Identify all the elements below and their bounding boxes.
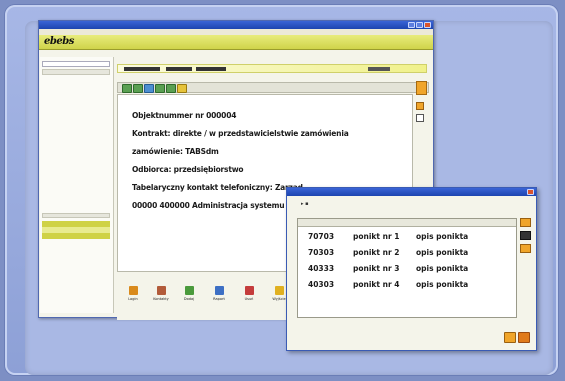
detail-line: Odbiorca: przedsiębiorstwo <box>132 165 244 174</box>
detail-line: Tabelaryczny kontakt telefoniczny: Zarzą… <box>132 183 303 192</box>
breadcrumb <box>118 56 438 63</box>
sidebar-search-input[interactable] <box>42 61 110 67</box>
brand-bar: ebebs <box>39 35 433 50</box>
dialog-table: 70703 ponikt nr 1 opis ponikta 70303 pon… <box>297 218 517 318</box>
report-icon <box>214 286 224 295</box>
move-down-icon[interactable] <box>520 244 531 253</box>
dialog-cancel-button[interactable] <box>518 332 530 343</box>
address-text <box>368 67 390 71</box>
print-icon[interactable] <box>416 114 424 122</box>
action-login[interactable]: Login <box>121 286 145 301</box>
address-text <box>124 67 160 71</box>
table-row[interactable]: 40303 ponikt nr 4 opis ponikta <box>298 277 516 293</box>
address-text <box>196 67 226 71</box>
app-logo: ebebs <box>44 36 74 47</box>
row-code: 40333 <box>308 264 335 273</box>
dialog-filter-icon[interactable]: ▸ ▪ <box>301 201 309 207</box>
row-code: 70703 <box>308 232 335 241</box>
action-delete[interactable]: Usuń <box>237 286 261 301</box>
action-label: Usuń <box>244 297 254 301</box>
action-label: Dodaj <box>183 297 195 301</box>
add-icon <box>184 286 194 295</box>
save-icon[interactable] <box>144 84 154 93</box>
delete-icon <box>244 286 254 295</box>
dialog-table-header <box>298 219 516 227</box>
row-name: ponikt nr 4 <box>353 280 400 289</box>
dialog-ok-button[interactable] <box>504 332 516 343</box>
row-code: 70303 <box>308 248 335 257</box>
minimize-button[interactable] <box>408 22 415 28</box>
user-icon <box>128 286 138 295</box>
sidebar-header <box>42 69 110 75</box>
dialog-close-button[interactable] <box>527 189 534 195</box>
action-label: Kontakty <box>153 297 169 301</box>
row-description: opis ponikta <box>416 232 469 241</box>
move-up-icon[interactable] <box>520 218 531 227</box>
action-label: Wyjście <box>272 297 286 301</box>
row-name: ponikt nr 2 <box>353 248 400 257</box>
menu-toggle-icon[interactable] <box>416 81 427 95</box>
dialog-titlebar <box>287 188 536 196</box>
main-titlebar <box>39 21 433 29</box>
action-contacts[interactable]: Kontakty <box>149 286 173 301</box>
edit-icon[interactable] <box>177 84 187 93</box>
row-description: opis ponikta <box>416 280 469 289</box>
address-text <box>166 67 192 71</box>
action-label: Login <box>128 297 138 301</box>
action-add[interactable]: Dodaj <box>177 286 201 301</box>
sort-icon[interactable] <box>520 231 531 240</box>
record-toolbar <box>117 81 429 95</box>
detail-line: zamówienie: TABSdm <box>132 147 219 156</box>
row-description: opis ponikta <box>416 248 469 257</box>
row-code: 40303 <box>308 280 335 289</box>
sidebar <box>40 57 114 313</box>
action-report[interactable]: Raport <box>207 286 231 301</box>
table-row[interactable]: 70303 ponikt nr 2 opis ponikta <box>298 245 516 261</box>
row-name: ponikt nr 3 <box>353 264 400 273</box>
address-bar[interactable] <box>117 64 427 73</box>
detail-line: 00000 400000 Administracja systemu <box>132 201 285 210</box>
selection-dialog: ▸ ▪ 70703 ponikt nr 1 opis ponikta 70303… <box>286 187 537 351</box>
bookmark-icon[interactable] <box>416 102 424 110</box>
detail-line: Kontrakt: direkte / w przedstawicielstwi… <box>132 129 349 138</box>
first-record-icon[interactable] <box>122 84 132 93</box>
close-button[interactable] <box>424 22 431 28</box>
dialog-toolbar: ▸ ▪ <box>287 196 536 214</box>
next-record-icon[interactable] <box>155 84 165 93</box>
detail-line: Objektnummer nr 000004 <box>132 111 237 120</box>
contacts-icon <box>156 286 166 295</box>
dialog-side-tools <box>520 218 532 257</box>
maximize-button[interactable] <box>416 22 423 28</box>
table-row[interactable]: 40333 ponikt nr 3 opis ponikta <box>298 261 516 277</box>
last-record-icon[interactable] <box>166 84 176 93</box>
prev-record-icon[interactable] <box>133 84 143 93</box>
row-name: ponikt nr 1 <box>353 232 400 241</box>
action-label: Raport <box>213 297 225 301</box>
table-row[interactable]: 70703 ponikt nr 1 opis ponikta <box>298 229 516 245</box>
row-description: opis ponikta <box>416 264 469 273</box>
sidebar-divider <box>42 213 110 218</box>
exit-icon <box>274 286 284 295</box>
sidebar-item[interactable] <box>42 233 110 239</box>
